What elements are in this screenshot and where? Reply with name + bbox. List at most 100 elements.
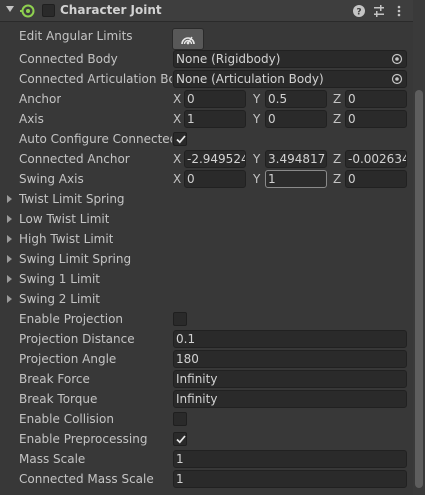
- connected-anchor-y-label[interactable]: Y: [253, 152, 260, 166]
- kebab-menu-icon[interactable]: [392, 4, 406, 18]
- help-icon[interactable]: ?: [352, 4, 366, 18]
- swing-axis-x-label[interactable]: X: [173, 172, 181, 186]
- twist-limit-spring-foldout[interactable]: Twist Limit Spring: [0, 189, 413, 209]
- enable-projection-label: Enable Projection: [19, 312, 124, 326]
- axis-y-field[interactable]: 0: [265, 110, 327, 128]
- connected-mass-scale-row: Connected Mass Scale 1: [0, 469, 413, 489]
- component-title: Character Joint: [60, 3, 162, 17]
- connected-articulation-body-row: Connected Articulation Body None (Articu…: [0, 69, 413, 89]
- swing-axis-label: Swing Axis: [19, 172, 84, 186]
- axis-z-field[interactable]: 0: [345, 110, 407, 128]
- anchor-y-field[interactable]: 0.5: [265, 90, 327, 108]
- svg-text:?: ?: [356, 8, 361, 18]
- mass-scale-field[interactable]: 1: [173, 450, 407, 468]
- object-picker-icon[interactable]: [391, 53, 403, 65]
- component-header[interactable]: Character Joint ?: [0, 0, 413, 22]
- checkmark-icon: [176, 135, 186, 144]
- break-torque-row: Break Torque Infinity: [0, 389, 413, 409]
- presets-icon[interactable]: [372, 4, 386, 18]
- connected-mass-scale-field[interactable]: 1: [173, 470, 407, 488]
- auto-configure-row: Auto Configure Connected: [0, 129, 413, 149]
- foldout-arrow-icon[interactable]: [7, 275, 12, 283]
- axis-x-field[interactable]: 1: [184, 110, 246, 128]
- anchor-z-label[interactable]: Z: [333, 92, 341, 106]
- projection-distance-row: Projection Distance 0.1: [0, 329, 413, 349]
- enable-preprocessing-row: Enable Preprocessing: [0, 429, 413, 449]
- enable-projection-checkbox[interactable]: [173, 312, 187, 326]
- edit-angular-limits-icon: [181, 36, 195, 45]
- swing-axis-row: Swing Axis X 0 Y 1 Z 0: [0, 169, 413, 189]
- foldout-arrow-icon[interactable]: [7, 255, 12, 263]
- axis-y-label[interactable]: Y: [253, 112, 260, 126]
- object-picker-icon[interactable]: [391, 73, 403, 85]
- enable-collision-label: Enable Collision: [19, 412, 114, 426]
- anchor-row: Anchor X 0 Y 0.5 Z 0: [0, 89, 413, 109]
- component-enabled-checkbox[interactable]: [42, 4, 55, 17]
- anchor-x-label[interactable]: X: [173, 92, 181, 106]
- swing-limit-spring-label[interactable]: Swing Limit Spring: [19, 252, 131, 266]
- anchor-y-label[interactable]: Y: [253, 92, 260, 106]
- swing-2-limit-foldout[interactable]: Swing 2 Limit: [0, 289, 413, 309]
- projection-distance-label: Projection Distance: [19, 332, 135, 346]
- swing-axis-z-field[interactable]: 0: [345, 170, 407, 188]
- high-twist-limit-label[interactable]: High Twist Limit: [19, 232, 113, 246]
- break-force-row: Break Force Infinity: [0, 369, 413, 389]
- anchor-x-field[interactable]: 0: [184, 90, 246, 108]
- auto-configure-label: Auto Configure Connected: [19, 132, 172, 146]
- foldout-arrow-icon[interactable]: [7, 215, 12, 223]
- foldout-arrow-icon[interactable]: [7, 195, 12, 203]
- swing-axis-y-label[interactable]: Y: [253, 172, 260, 186]
- foldout-arrow-icon[interactable]: [7, 295, 12, 303]
- low-twist-limit-label[interactable]: Low Twist Limit: [19, 212, 109, 226]
- axis-x-label[interactable]: X: [173, 112, 181, 126]
- connected-anchor-y-field[interactable]: 3.494817: [265, 150, 327, 168]
- connected-anchor-z-field[interactable]: -0.002634: [345, 150, 407, 168]
- checkmark-icon: [176, 435, 186, 444]
- enable-preprocessing-checkbox[interactable]: [173, 432, 187, 446]
- connected-anchor-row: Connected Anchor X -2.949524 Y 3.494817 …: [0, 149, 413, 169]
- connected-anchor-label: Connected Anchor: [19, 152, 130, 166]
- connected-body-row: Connected Body None (Rigidbody): [0, 49, 413, 69]
- connected-mass-scale-label: Connected Mass Scale: [19, 472, 154, 486]
- connected-anchor-x-label[interactable]: X: [173, 152, 181, 166]
- connected-anchor-x-field[interactable]: -2.949524: [184, 150, 246, 168]
- connected-articulation-body-value: None (Articulation Body): [176, 72, 324, 86]
- mass-scale-row: Mass Scale 1: [0, 449, 413, 469]
- enable-collision-checkbox[interactable]: [173, 412, 187, 426]
- swing-axis-x-field[interactable]: 0: [184, 170, 246, 188]
- edit-angular-limits-button[interactable]: [172, 28, 204, 50]
- twist-limit-spring-label[interactable]: Twist Limit Spring: [19, 192, 125, 206]
- connected-articulation-body-field[interactable]: None (Articulation Body): [173, 70, 407, 88]
- auto-configure-checkbox[interactable]: [173, 132, 187, 146]
- break-torque-field[interactable]: Infinity: [173, 390, 407, 408]
- projection-angle-row: Projection Angle 180: [0, 349, 413, 369]
- swing-axis-z-label[interactable]: Z: [333, 172, 341, 186]
- projection-angle-field[interactable]: 180: [173, 350, 407, 368]
- edit-angular-limits-row: Edit Angular Limits: [0, 27, 413, 51]
- connected-body-field[interactable]: None (Rigidbody): [173, 50, 407, 68]
- scrollbar-thumb[interactable]: [415, 90, 423, 488]
- axis-z-label[interactable]: Z: [333, 112, 341, 126]
- swing-limit-spring-foldout[interactable]: Swing Limit Spring: [0, 249, 413, 269]
- projection-angle-label: Projection Angle: [19, 352, 117, 366]
- break-force-field[interactable]: Infinity: [173, 370, 407, 388]
- break-torque-label: Break Torque: [19, 392, 98, 406]
- swing-1-limit-label[interactable]: Swing 1 Limit: [19, 272, 100, 286]
- enable-projection-row: Enable Projection: [0, 309, 413, 329]
- connected-body-label: Connected Body: [19, 52, 118, 66]
- connected-anchor-z-label[interactable]: Z: [333, 152, 341, 166]
- anchor-label: Anchor: [19, 92, 62, 106]
- anchor-z-field[interactable]: 0: [345, 90, 407, 108]
- high-twist-limit-foldout[interactable]: High Twist Limit: [0, 229, 413, 249]
- swing-axis-y-field[interactable]: 1: [265, 170, 327, 188]
- connected-articulation-body-label: Connected Articulation Body: [19, 72, 172, 86]
- foldout-arrow-icon[interactable]: [6, 6, 14, 12]
- projection-distance-field[interactable]: 0.1: [173, 330, 407, 348]
- axis-row: Axis X 1 Y 0 Z 0: [0, 109, 413, 129]
- swing-1-limit-foldout[interactable]: Swing 1 Limit: [0, 269, 413, 289]
- low-twist-limit-foldout[interactable]: Low Twist Limit: [0, 209, 413, 229]
- foldout-arrow-icon[interactable]: [7, 235, 12, 243]
- mass-scale-label: Mass Scale: [19, 452, 86, 466]
- axis-label: Axis: [19, 112, 44, 126]
- swing-2-limit-label[interactable]: Swing 2 Limit: [19, 292, 100, 306]
